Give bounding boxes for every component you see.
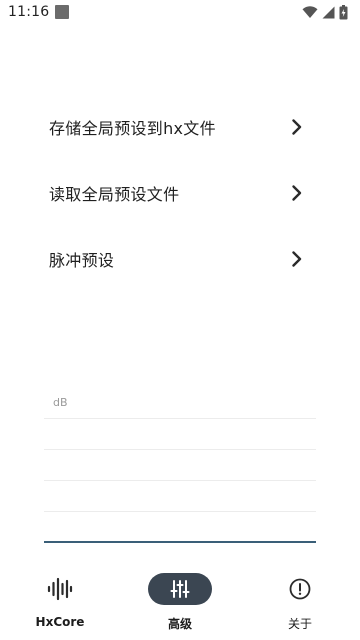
chart-grid-line bbox=[44, 418, 316, 419]
bottom-navigation: HxCore 高级 关于 bbox=[0, 560, 360, 640]
status-left: 11:16 bbox=[8, 4, 70, 20]
chart-baseline bbox=[44, 541, 316, 543]
db-chart: dB bbox=[44, 392, 316, 552]
menu-item-label: 脉冲预设 bbox=[49, 251, 115, 270]
chart-grid-line bbox=[44, 480, 316, 481]
nav-item-about[interactable]: 关于 bbox=[240, 560, 360, 640]
nav-icon-container bbox=[268, 573, 332, 605]
status-time: 11:16 bbox=[8, 4, 50, 20]
nav-item-hxcore[interactable]: HxCore bbox=[0, 560, 120, 640]
chevron-right-icon bbox=[292, 119, 302, 135]
nav-label-about: 关于 bbox=[287, 617, 312, 631]
status-bar: 11:16 bbox=[0, 0, 360, 24]
chart-unit-label: dB bbox=[53, 396, 68, 409]
info-circle-icon bbox=[289, 578, 311, 600]
menu-item-save-global-preset[interactable]: 存储全局预设到hx文件 bbox=[0, 94, 360, 160]
sliders-icon bbox=[170, 580, 190, 598]
wifi-icon bbox=[302, 6, 318, 18]
waveform-icon bbox=[47, 577, 73, 601]
nav-label-advanced: 高级 bbox=[167, 617, 192, 631]
chevron-right-icon bbox=[292, 185, 302, 201]
nav-item-advanced[interactable]: 高级 bbox=[120, 560, 240, 640]
chart-grid-line bbox=[44, 449, 316, 450]
status-right bbox=[302, 4, 348, 20]
nav-icon-container-active bbox=[148, 573, 212, 605]
menu-item-label: 存储全局预设到hx文件 bbox=[49, 119, 216, 138]
app-screen: 11:16 存储全局预设到hx文件 读取全局预设文件 脉冲预设 dB HxCor… bbox=[0, 0, 360, 640]
chart-grid-line bbox=[44, 511, 316, 512]
chevron-right-icon bbox=[292, 251, 302, 267]
menu-item-pulse-preset[interactable]: 脉冲预设 bbox=[0, 226, 360, 292]
notification-square-icon bbox=[55, 5, 70, 19]
nav-icon-container bbox=[28, 573, 92, 605]
settings-menu: 存储全局预设到hx文件 读取全局预设文件 脉冲预设 bbox=[0, 94, 360, 292]
menu-item-load-global-preset[interactable]: 读取全局预设文件 bbox=[0, 160, 360, 226]
nav-label-hxcore: HxCore bbox=[35, 615, 85, 629]
cell-signal-icon bbox=[322, 6, 335, 18]
menu-item-label: 读取全局预设文件 bbox=[49, 185, 180, 204]
battery-icon bbox=[339, 4, 348, 19]
